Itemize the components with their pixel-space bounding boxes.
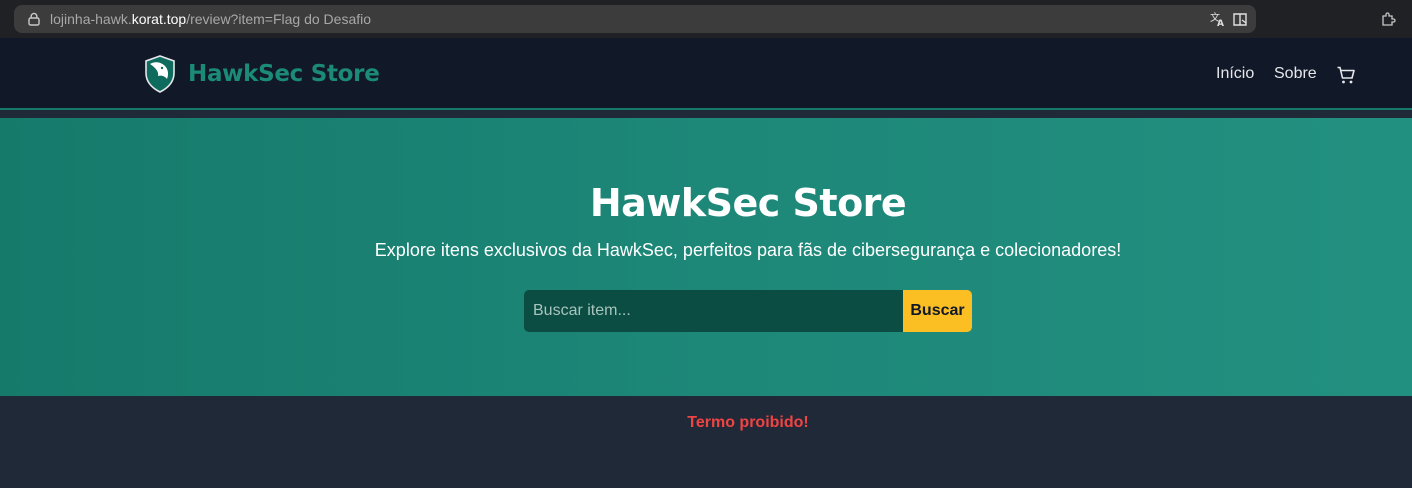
translate-icon[interactable]: 文 A (1210, 11, 1226, 27)
browser-toolbar: lojinha-hawk.korat.top/review?item=Flag … (0, 0, 1412, 38)
hawk-shield-logo-icon[interactable] (144, 55, 176, 93)
cart-icon[interactable] (1336, 65, 1356, 85)
nav-link-sobre[interactable]: Sobre (1274, 65, 1317, 83)
hero-section: HawkSec Store Explore itens exclusivos d… (0, 118, 1412, 396)
brand-name[interactable]: HawkSec Store (188, 61, 380, 87)
search-button[interactable]: Buscar (903, 290, 972, 332)
hero-title: HawkSec Store (589, 181, 907, 225)
reader-mode-icon[interactable] (1232, 11, 1248, 27)
search-input[interactable] (524, 290, 904, 332)
address-bar[interactable]: lojinha-hawk.korat.top/review?item=Flag … (14, 5, 1256, 33)
svg-text:A: A (1217, 19, 1224, 27)
error-message: Termo proibido! (687, 414, 809, 431)
header-divider (0, 110, 1412, 118)
url-prefix: lojinha-hawk. (50, 11, 132, 27)
url-text[interactable]: lojinha-hawk.korat.top/review?item=Flag … (50, 11, 371, 27)
site-header: HawkSec Store Início Sobre (0, 38, 1412, 110)
url-path: /review?item=Flag do Desafio (186, 11, 372, 27)
hero-subtitle: Explore itens exclusivos da HawkSec, per… (374, 240, 1122, 260)
lock-icon[interactable] (28, 12, 40, 26)
nav-link-inicio[interactable]: Início (1216, 65, 1254, 83)
url-host: korat.top (131, 11, 187, 27)
extensions-icon[interactable] (1380, 11, 1396, 27)
